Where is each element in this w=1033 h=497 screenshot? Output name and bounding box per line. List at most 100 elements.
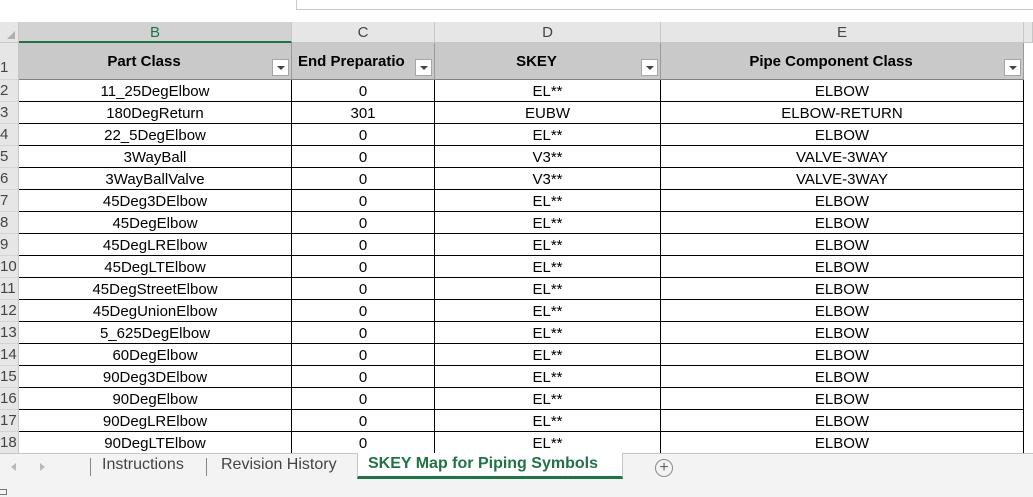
end-prep-cell[interactable]: 0 bbox=[292, 278, 435, 300]
row-number[interactable]: 9 bbox=[0, 234, 19, 256]
row-number[interactable]: 1 bbox=[0, 43, 19, 80]
end-prep-cell[interactable]: 0 bbox=[292, 344, 435, 366]
row-number[interactable]: 6 bbox=[0, 168, 19, 190]
row-number[interactable]: 5 bbox=[0, 146, 19, 168]
end-prep-cell[interactable]: 0 bbox=[292, 124, 435, 146]
skey-cell[interactable]: EL** bbox=[435, 344, 661, 366]
part-class-cell[interactable]: 45DegUnionElbow bbox=[19, 300, 292, 322]
scroll-tabs-left-icon[interactable] bbox=[11, 463, 16, 471]
part-class-cell[interactable]: 3WayBallValve bbox=[19, 168, 292, 190]
component-class-cell[interactable]: ELBOW bbox=[661, 278, 1024, 300]
end-prep-cell[interactable]: 0 bbox=[292, 212, 435, 234]
filter-dropdown-button[interactable] bbox=[415, 59, 432, 76]
tab-revision-history[interactable]: Revision History bbox=[211, 454, 347, 479]
row-number[interactable]: 11 bbox=[0, 278, 19, 300]
row-number[interactable]: 14 bbox=[0, 344, 19, 366]
component-class-cell[interactable]: VALVE-3WAY bbox=[661, 168, 1024, 190]
tab-instructions[interactable]: Instructions bbox=[92, 454, 194, 479]
header-cell-skey[interactable]: SKEY bbox=[435, 43, 661, 80]
skey-cell[interactable]: EL** bbox=[435, 366, 661, 388]
row-number[interactable]: 7 bbox=[0, 190, 19, 212]
component-class-cell[interactable]: ELBOW bbox=[661, 212, 1024, 234]
part-class-cell[interactable]: 60DegElbow bbox=[19, 344, 292, 366]
end-prep-cell[interactable]: 0 bbox=[292, 146, 435, 168]
row-number[interactable]: 8 bbox=[0, 212, 19, 234]
column-header-b[interactable]: B bbox=[19, 22, 292, 43]
component-class-cell[interactable]: ELBOW bbox=[661, 410, 1024, 432]
skey-cell[interactable]: EL** bbox=[435, 432, 661, 453]
component-class-cell[interactable]: ELBOW bbox=[661, 256, 1024, 278]
end-prep-cell[interactable]: 0 bbox=[292, 410, 435, 432]
end-prep-cell[interactable]: 0 bbox=[292, 366, 435, 388]
component-class-cell[interactable]: ELBOW bbox=[661, 388, 1024, 410]
component-class-cell[interactable]: ELBOW bbox=[661, 366, 1024, 388]
part-class-cell[interactable]: 180DegReturn bbox=[19, 102, 292, 124]
skey-cell[interactable]: V3** bbox=[435, 146, 661, 168]
header-cell-pipe-component-class[interactable]: Pipe Component Class bbox=[661, 43, 1024, 80]
skey-cell[interactable]: EL** bbox=[435, 410, 661, 432]
formula-input[interactable] bbox=[296, 0, 1033, 10]
row-number[interactable]: 17 bbox=[0, 410, 19, 432]
component-class-cell[interactable]: ELBOW bbox=[661, 322, 1024, 344]
end-prep-cell[interactable]: 0 bbox=[292, 190, 435, 212]
skey-cell[interactable]: EL** bbox=[435, 124, 661, 146]
column-header-f[interactable] bbox=[1024, 22, 1033, 43]
component-class-cell[interactable]: ELBOW bbox=[661, 190, 1024, 212]
row-number[interactable]: 3 bbox=[0, 102, 19, 124]
skey-cell[interactable]: V3** bbox=[435, 168, 661, 190]
part-class-cell[interactable]: 22_5DegElbow bbox=[19, 124, 292, 146]
tab-skey-map[interactable]: SKEY Map for Piping Symbols bbox=[357, 453, 623, 479]
filter-dropdown-button[interactable] bbox=[1004, 59, 1021, 76]
part-class-cell[interactable]: 45DegLTElbow bbox=[19, 256, 292, 278]
end-prep-cell[interactable]: 0 bbox=[292, 322, 435, 344]
row-number[interactable]: 13 bbox=[0, 322, 19, 344]
select-all-corner[interactable] bbox=[0, 22, 19, 43]
add-sheet-icon[interactable]: + bbox=[655, 459, 673, 477]
skey-cell[interactable]: EL** bbox=[435, 256, 661, 278]
component-class-cell[interactable]: ELBOW bbox=[661, 432, 1024, 453]
row-number[interactable]: 2 bbox=[0, 80, 19, 102]
end-prep-cell[interactable]: 0 bbox=[292, 256, 435, 278]
component-class-cell[interactable]: ELBOW bbox=[661, 124, 1024, 146]
component-class-cell[interactable]: ELBOW bbox=[661, 234, 1024, 256]
skey-cell[interactable]: EL** bbox=[435, 190, 661, 212]
skey-cell[interactable]: EL** bbox=[435, 234, 661, 256]
end-prep-cell[interactable]: 0 bbox=[292, 168, 435, 190]
skey-cell[interactable]: EL** bbox=[435, 300, 661, 322]
part-class-cell[interactable]: 3WayBall bbox=[19, 146, 292, 168]
part-class-cell[interactable]: 5_625DegElbow bbox=[19, 322, 292, 344]
part-class-cell[interactable]: 90Deg3DElbow bbox=[19, 366, 292, 388]
column-header-d[interactable]: D bbox=[435, 22, 661, 43]
skey-cell[interactable]: EL** bbox=[435, 212, 661, 234]
row-number[interactable]: 16 bbox=[0, 388, 19, 410]
row-number[interactable]: 10 bbox=[0, 256, 19, 278]
end-prep-cell[interactable]: 0 bbox=[292, 388, 435, 410]
filter-dropdown-button[interactable] bbox=[272, 59, 289, 76]
component-class-cell[interactable]: VALVE-3WAY bbox=[661, 146, 1024, 168]
skey-cell[interactable]: EUBW bbox=[435, 102, 661, 124]
row-number[interactable]: 15 bbox=[0, 366, 19, 388]
component-class-cell[interactable]: ELBOW-RETURN bbox=[661, 102, 1024, 124]
filter-dropdown-button[interactable] bbox=[641, 59, 658, 76]
row-number[interactable]: 18 bbox=[0, 432, 19, 454]
row-number[interactable]: 12 bbox=[0, 300, 19, 322]
skey-cell[interactable]: EL** bbox=[435, 322, 661, 344]
column-header-c[interactable]: C bbox=[292, 22, 435, 43]
part-class-cell[interactable]: 90DegLRElbow bbox=[19, 410, 292, 432]
end-prep-cell[interactable]: 0 bbox=[292, 234, 435, 256]
column-header-e[interactable]: E bbox=[661, 22, 1024, 43]
end-prep-cell[interactable]: 0 bbox=[292, 432, 435, 453]
part-class-cell[interactable]: 45DegElbow bbox=[19, 212, 292, 234]
part-class-cell[interactable]: 45Deg3DElbow bbox=[19, 190, 292, 212]
component-class-cell[interactable]: ELBOW bbox=[661, 300, 1024, 322]
header-cell-part-class[interactable]: Part Class bbox=[19, 43, 292, 80]
component-class-cell[interactable]: ELBOW bbox=[661, 80, 1024, 102]
skey-cell[interactable]: EL** bbox=[435, 80, 661, 102]
end-prep-cell[interactable]: 301 bbox=[292, 102, 435, 124]
sheet-view-icon[interactable] bbox=[0, 489, 7, 495]
end-prep-cell[interactable]: 0 bbox=[292, 80, 435, 102]
part-class-cell[interactable]: 45DegStreetElbow bbox=[19, 278, 292, 300]
part-class-cell[interactable]: 11_25DegElbow bbox=[19, 80, 292, 102]
part-class-cell[interactable]: 90DegLTElbow bbox=[19, 432, 292, 453]
end-prep-cell[interactable]: 0 bbox=[292, 300, 435, 322]
